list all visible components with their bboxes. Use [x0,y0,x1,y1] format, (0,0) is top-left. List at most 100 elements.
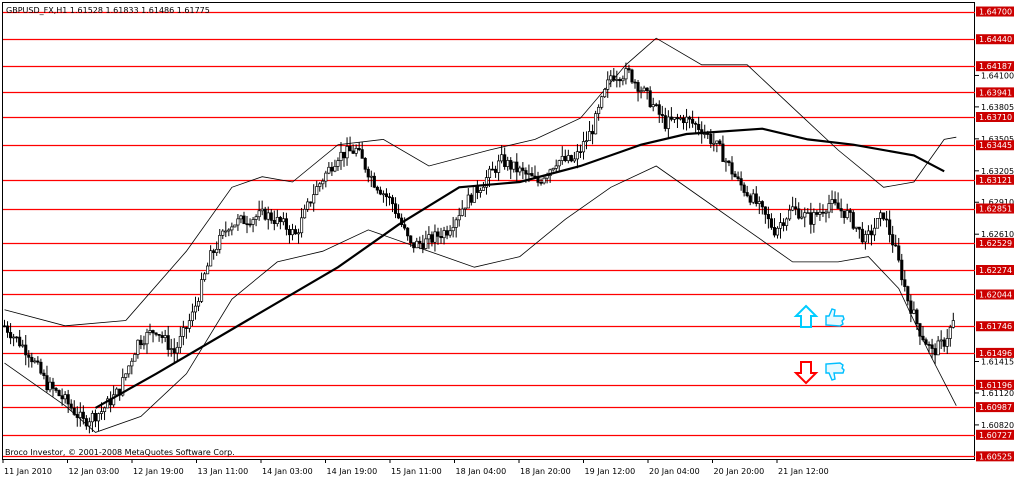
candle-body [36,360,40,363]
candle-body [584,140,589,143]
level-label: 1.63710 [979,113,1012,122]
candle-body [239,215,243,220]
candle-body [497,160,501,173]
candle-body [193,305,198,313]
candle-body [612,75,616,81]
candle-body [745,192,749,197]
candle-body [84,418,88,427]
candle-body [415,240,419,249]
candle-body [684,116,689,124]
level-label: 1.61496 [979,349,1012,358]
candle-body [518,167,522,173]
candle-body [506,160,510,167]
candle-body [33,360,37,363]
level-label: 1.62274 [979,266,1012,275]
candle-body [803,212,807,218]
candle-body [587,131,592,142]
candle-body [284,218,288,230]
candle-body [72,407,76,415]
candle-body [657,104,661,115]
candle-body [621,78,625,82]
candle-body [560,155,564,161]
candle-body [860,228,864,243]
time-label: 15 Jan 11:00 [391,467,442,476]
candle-body [409,235,413,243]
candle-body [139,339,143,346]
candle-body [633,81,637,84]
candle-body [578,151,583,154]
candle-body [457,215,461,221]
candle-body [481,186,486,191]
candle-body [800,216,804,219]
candle-body [360,149,364,159]
time-label: 21 Jan 12:00 [778,467,829,476]
candle-body [863,234,867,243]
time-axis: 11 Jan 2010 12 Jan 03:00 12 Jan 19:00 13 Ja… [2,459,829,476]
candle-body [266,212,270,220]
candle-body [472,185,476,203]
candle-body [54,388,58,391]
candle-body [885,218,889,221]
candle-body [345,146,349,159]
candle-body [463,207,467,210]
chart-header: GBPUSD_FX,H1 1.61528 1.61833 1.61486 1.6… [6,6,210,15]
candle-body [306,201,310,210]
candle-body [233,224,237,228]
copyright-credit: Broco Investor, © 2001-2008 MetaQuotes S… [5,448,235,457]
candle-body [763,206,767,215]
candle-body [321,180,325,185]
candle-body [63,394,67,400]
candle-body [712,142,716,145]
candle-body [639,90,643,93]
level-label: 1.63941 [979,88,1012,97]
lower-band-line [4,165,957,433]
time-label: 19 Jan 12:00 [585,467,636,476]
candle-body [275,216,279,224]
candle-body [906,286,910,302]
candle-body [69,403,73,409]
candle-body [563,155,567,162]
candle-body [96,413,101,422]
candle-body [9,332,13,339]
candle-body [866,230,870,235]
price-axis-ticks: 1.641001.638051.635051.632051.629101.626… [975,71,1014,430]
candle-body [57,390,61,397]
level-label: 1.62851 [979,205,1012,214]
candle-body [948,327,952,339]
candle-body [618,79,622,82]
candle-body [903,279,907,287]
candle-body [691,118,695,124]
candle-body [327,166,331,174]
time-label: 14 Jan 03:00 [262,467,313,476]
candle-body [615,79,619,81]
candle-body [818,211,822,215]
candle-body [930,344,934,349]
candle-body [421,242,425,249]
time-label: 13 Jan 11:00 [198,467,249,476]
candle-body [636,82,640,92]
candle-body [315,186,319,195]
candle-body [857,226,861,230]
candle-body [142,343,146,346]
candle-body [924,339,928,345]
candle-body [897,245,901,261]
candle-body [369,175,373,178]
candle-body [785,218,789,226]
candle-body [60,395,64,400]
candle-body [697,123,701,130]
candle-body [490,168,495,171]
candle-body [339,151,343,161]
candle-body [788,209,792,220]
candle-body [791,206,795,211]
candle-body [287,229,292,236]
candle-body [475,185,479,193]
candle-body [42,372,46,376]
candle-body [900,259,904,281]
price-chart[interactable]: 1.64100 1.63805 1.63505 1.63205 1.62910 1.626… [0,0,1014,479]
candle-body [199,279,204,302]
candle-body [324,172,328,182]
candle-body [821,211,825,214]
candle-body [815,212,819,215]
candle-body [678,117,683,120]
candle-body [206,265,210,275]
